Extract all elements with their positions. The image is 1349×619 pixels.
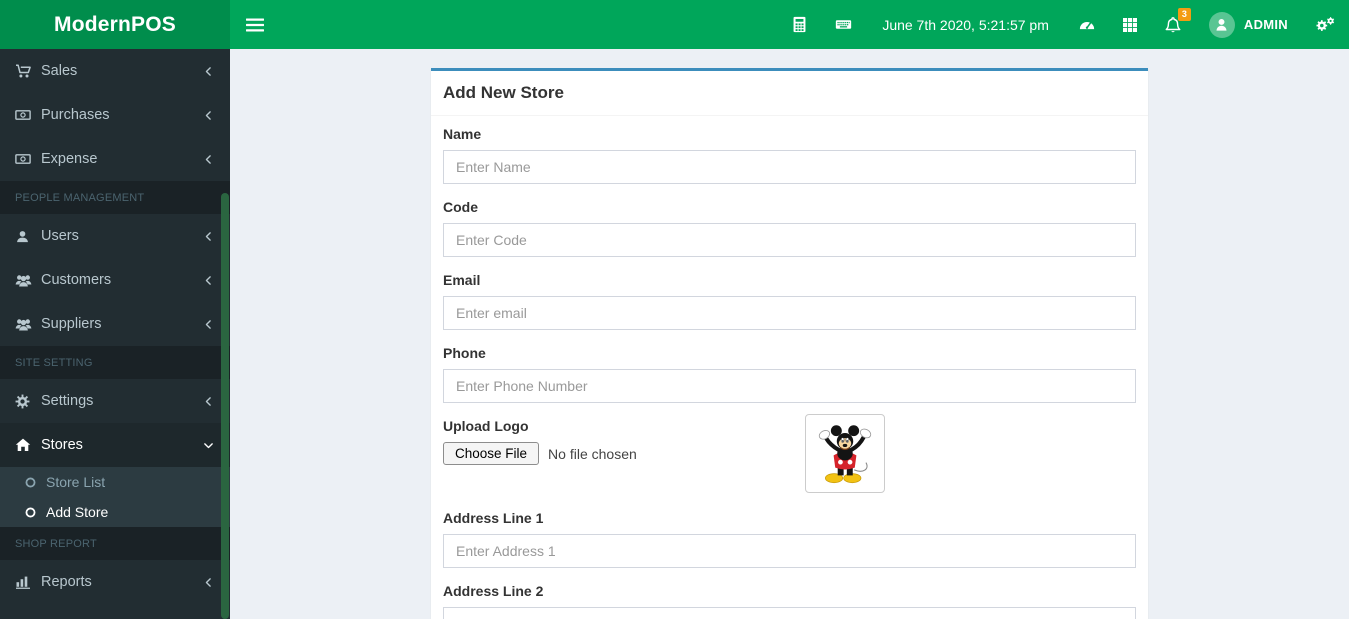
- address2-label: Address Line 2: [443, 583, 544, 599]
- user-menu[interactable]: ADMIN: [1195, 0, 1302, 49]
- chevron-left-icon: [202, 230, 215, 243]
- sidebar-item-reports[interactable]: Reports: [0, 560, 230, 604]
- address1-input[interactable]: [443, 534, 1136, 568]
- add-store-card: Add New Store Name Code Email Phone Uplo…: [431, 68, 1148, 619]
- sidebar-item-expense[interactable]: Expense: [0, 137, 230, 181]
- file-input-row: Choose File No file chosen: [443, 442, 1136, 465]
- cogs-icon: [1315, 16, 1336, 33]
- code-input[interactable]: [443, 223, 1136, 257]
- choose-file-button[interactable]: Choose File: [443, 442, 540, 465]
- phone-label: Phone: [443, 345, 486, 361]
- chevron-left-icon: [202, 109, 215, 122]
- navbar-right: June 7th 2020, 5:21:57 pm 3 ADMIN: [778, 0, 1349, 49]
- apps-grid-icon: [1122, 17, 1138, 33]
- address1-field-group: Address Line 1: [443, 510, 1136, 568]
- apps-grid-button[interactable]: [1109, 0, 1151, 49]
- mickey-mouse-illustration: [818, 425, 872, 484]
- circle-o-icon: [24, 506, 46, 519]
- email-field-group: Email: [443, 272, 1136, 330]
- name-field-group: Name: [443, 126, 1136, 184]
- top-header: ModernPOS June 7th 2020, 5:21:57 pm 3 AD…: [0, 0, 1349, 49]
- upload-logo-label: Upload Logo: [443, 418, 529, 434]
- sidebar-scrollbar[interactable]: [221, 193, 229, 619]
- sidebar-section-site-setting: SITE SETTING: [0, 346, 230, 379]
- sidebar-subitem-store-list[interactable]: Store List: [0, 467, 230, 497]
- users-icon: [15, 272, 41, 289]
- cart-icon: [15, 63, 41, 79]
- code-label: Code: [443, 199, 478, 215]
- chevron-left-icon: [202, 395, 215, 408]
- sidebar-item-stores[interactable]: Stores: [0, 423, 230, 467]
- sidebar: Sales Purchases Expense PEOPLE MANAGEMEN…: [0, 49, 230, 619]
- upload-logo-group: Upload Logo Choose File No file chosen: [443, 414, 1136, 498]
- name-input[interactable]: [443, 150, 1136, 184]
- phone-field-group: Phone: [443, 345, 1136, 403]
- settings-menu-button[interactable]: [1302, 0, 1349, 49]
- chevron-left-icon: [202, 576, 215, 589]
- gear-icon: [15, 394, 41, 409]
- email-input[interactable]: [443, 296, 1136, 330]
- email-label: Email: [443, 272, 481, 288]
- card-body: Name Code Email Phone Upload Logo Choose…: [431, 116, 1148, 619]
- code-field-group: Code: [443, 199, 1136, 257]
- phone-input[interactable]: [443, 369, 1136, 403]
- address2-field-group: Address Line 2: [443, 583, 1136, 619]
- money-icon: [15, 151, 41, 167]
- chevron-left-icon: [202, 274, 215, 287]
- calculator-icon: [791, 16, 808, 33]
- dashboard-icon: [1078, 16, 1096, 33]
- sidebar-item-customers[interactable]: Customers: [0, 258, 230, 302]
- dashboard-button[interactable]: [1065, 0, 1109, 49]
- datetime-display: June 7th 2020, 5:21:57 pm: [882, 16, 1049, 33]
- sidebar-item-users[interactable]: Users: [0, 214, 230, 258]
- chevron-left-icon: [202, 65, 215, 78]
- sidebar-item-sales[interactable]: Sales: [0, 49, 230, 93]
- user-avatar-icon: [1213, 16, 1230, 33]
- sidebar-toggle-button[interactable]: [230, 0, 280, 49]
- page-title: Add New Store: [443, 83, 564, 102]
- logo-preview-image: [805, 414, 885, 493]
- main-content: Add New Store Name Code Email Phone Uplo…: [230, 49, 1349, 619]
- navbar: June 7th 2020, 5:21:57 pm 3 ADMIN: [230, 0, 1349, 49]
- circle-o-icon: [24, 476, 46, 489]
- bar-chart-icon: [15, 574, 41, 590]
- sidebar-item-suppliers[interactable]: Suppliers: [0, 302, 230, 346]
- sidebar-section-shop-report: SHOP REPORT: [0, 527, 230, 560]
- sidebar-item-settings[interactable]: Settings: [0, 379, 230, 423]
- chevron-down-icon: [202, 439, 215, 452]
- user-icon: [15, 229, 41, 244]
- keyboard-icon: [834, 16, 853, 33]
- user-name: ADMIN: [1243, 17, 1288, 32]
- name-label: Name: [443, 126, 482, 142]
- avatar: [1208, 11, 1235, 38]
- money-icon: [15, 107, 41, 123]
- calculator-button[interactable]: [778, 0, 821, 49]
- keyboard-button[interactable]: [821, 0, 866, 49]
- home-icon: [15, 437, 41, 453]
- card-header: Add New Store: [431, 71, 1148, 116]
- sidebar-section-people-management: PEOPLE MANAGEMENT: [0, 181, 230, 214]
- users-icon: [15, 316, 41, 333]
- notification-badge: 3: [1177, 8, 1191, 21]
- sidebar-item-purchases[interactable]: Purchases: [0, 93, 230, 137]
- file-status-text: No file chosen: [548, 445, 637, 462]
- chevron-left-icon: [202, 318, 215, 331]
- address1-label: Address Line 1: [443, 510, 544, 526]
- sidebar-subitem-add-store[interactable]: Add Store: [0, 497, 230, 527]
- chevron-left-icon: [202, 153, 215, 166]
- app-logo[interactable]: ModernPOS: [0, 0, 230, 49]
- notifications-button[interactable]: 3: [1151, 0, 1195, 49]
- stores-submenu: Store List Add Store: [0, 467, 230, 527]
- address2-input[interactable]: [443, 607, 1136, 619]
- menu-icon: [246, 18, 264, 32]
